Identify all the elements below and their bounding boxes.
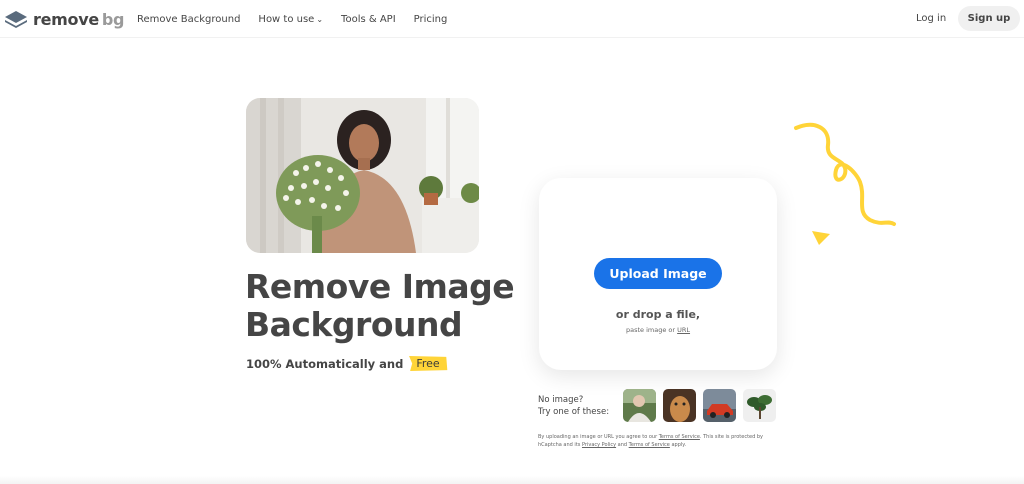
removebg-logo[interactable]: remove bg (4, 8, 125, 30)
page-title: Remove Image Background (245, 268, 535, 344)
layers-logo-icon (5, 11, 27, 28)
logo-text: remove bg (33, 9, 125, 29)
upload-card[interactable]: Upload Image or drop a file, paste image… (539, 178, 777, 370)
terms-of-service-link-2[interactable]: Terms of Service (629, 442, 670, 448)
main-nav: Remove Background How to use ⌄ Tools & AP… (137, 0, 465, 38)
triangle-decoration (812, 231, 830, 245)
page-divider (0, 476, 1024, 484)
sample-person[interactable] (623, 389, 656, 422)
legal-text-1: By uploading an image or URL you agree t… (538, 434, 658, 440)
sample-images (623, 389, 783, 422)
hero-image (246, 98, 479, 253)
try-these-line: Try one of these: (538, 407, 610, 417)
paste-hint-text: paste image or (625, 326, 676, 334)
subtitle: 100% Automatically and Free (246, 355, 449, 372)
sample-plant[interactable] (743, 389, 776, 422)
no-image-prompt: No image? Try one of these: (538, 394, 609, 418)
sample-animal[interactable] (663, 389, 696, 422)
nav-remove-background[interactable]: Remove Background (137, 14, 240, 25)
upload-image-button[interactable]: Upload Image (594, 258, 722, 289)
subtitle-text: 100% Automatically and (246, 356, 404, 371)
squiggle-decoration (794, 122, 896, 226)
title-line-2: Background (245, 305, 463, 344)
top-navigation-bar: remove bg Remove Background How to use ⌄ T… (0, 0, 1024, 38)
drop-file-text: or drop a file, (615, 308, 701, 321)
nav-pricing[interactable]: Pricing (414, 14, 448, 25)
login-link[interactable]: Log in (916, 13, 946, 24)
terms-of-service-link[interactable]: Terms of Service (659, 434, 700, 440)
privacy-policy-link[interactable]: Privacy Policy (582, 442, 616, 448)
chevron-down-icon: ⌄ (316, 14, 324, 24)
no-image-line: No image? (538, 395, 584, 405)
paste-hint: paste image or URL (539, 326, 777, 334)
signup-button[interactable]: Sign up (958, 6, 1020, 31)
legal-text-3: and (617, 442, 628, 448)
nav-how-to-use[interactable]: How to use ⌄ (258, 14, 323, 25)
url-link[interactable]: URL (677, 326, 690, 334)
sample-car[interactable] (703, 389, 736, 422)
free-badge: Free (407, 355, 448, 372)
nav-tools-api[interactable]: Tools & API (341, 14, 396, 25)
legal-text-4: apply. (671, 442, 687, 448)
title-line-1: Remove Image (245, 267, 515, 306)
legal-notice: By uploading an image or URL you agree t… (538, 433, 783, 449)
